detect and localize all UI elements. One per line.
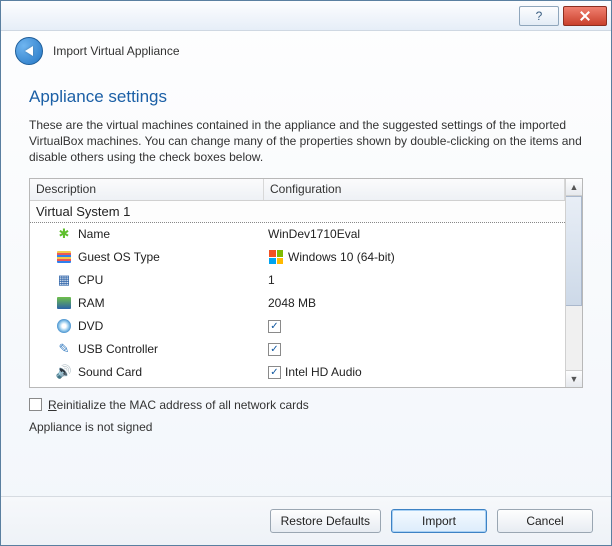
table-header: Description Configuration bbox=[30, 179, 565, 201]
settings-table: Description Configuration Virtual System… bbox=[29, 178, 583, 388]
row-label: CPU bbox=[78, 273, 103, 287]
ram-icon bbox=[56, 295, 72, 311]
row-value: Windows 10 (64-bit) bbox=[288, 250, 395, 264]
signed-status: Appliance is not signed bbox=[29, 420, 583, 434]
options-area: Reinitialize the MAC address of all netw… bbox=[29, 398, 583, 434]
table-row[interactable]: DVD bbox=[30, 315, 565, 338]
group-row[interactable]: Virtual System 1 bbox=[30, 201, 565, 223]
scroll-up-button[interactable]: ▲ bbox=[566, 179, 582, 196]
row-value: 2048 MB bbox=[268, 296, 316, 310]
page-description: These are the virtual machines contained… bbox=[29, 117, 583, 166]
row-label: Sound Card bbox=[78, 365, 142, 379]
scroll-track[interactable] bbox=[566, 306, 582, 370]
table-row[interactable]: ✎ USB Controller bbox=[30, 338, 565, 361]
reinit-mac-label[interactable]: Reinitialize the MAC address of all netw… bbox=[48, 398, 309, 412]
close-icon bbox=[579, 10, 591, 22]
titlebar: ? bbox=[1, 1, 611, 31]
table-body: Description Configuration Virtual System… bbox=[30, 179, 565, 387]
restore-defaults-button[interactable]: Restore Defaults bbox=[270, 509, 381, 533]
row-value: Intel HD Audio bbox=[285, 365, 362, 379]
scrollbar[interactable]: ▲ ▼ bbox=[565, 179, 582, 387]
cpu-icon: ▦ bbox=[56, 272, 72, 288]
row-value: 1 bbox=[268, 273, 275, 287]
scroll-down-button[interactable]: ▼ bbox=[566, 370, 582, 387]
content-area: Appliance settings These are the virtual… bbox=[1, 75, 611, 496]
row-label: Name bbox=[78, 227, 110, 241]
table-row[interactable]: RAM 2048 MB bbox=[30, 292, 565, 315]
reinit-mac-checkbox[interactable] bbox=[29, 398, 42, 411]
window-title: Import Virtual Appliance bbox=[53, 44, 180, 58]
dialog-footer: Restore Defaults Import Cancel bbox=[1, 496, 611, 545]
scroll-thumb[interactable] bbox=[566, 196, 582, 306]
close-button[interactable] bbox=[563, 6, 607, 26]
back-arrow-icon bbox=[25, 46, 33, 56]
dvd-checkbox[interactable] bbox=[268, 320, 281, 333]
dialog-window: ? Import Virtual Appliance Appliance set… bbox=[0, 0, 612, 546]
sound-checkbox[interactable] bbox=[268, 366, 281, 379]
column-header-configuration[interactable]: Configuration bbox=[264, 179, 565, 200]
table-row[interactable]: Guest OS Type Windows 10 (64-bit) bbox=[30, 246, 565, 269]
help-button[interactable]: ? bbox=[519, 6, 559, 26]
sound-icon: 🔊 bbox=[56, 364, 72, 380]
table-row[interactable]: ✱ Name WinDev1710Eval bbox=[30, 223, 565, 246]
row-label: DVD bbox=[78, 319, 103, 333]
guest-os-icon bbox=[56, 249, 72, 265]
import-button[interactable]: Import bbox=[391, 509, 487, 533]
row-label: USB Controller bbox=[78, 342, 158, 356]
windows-icon bbox=[268, 249, 284, 265]
dvd-icon bbox=[56, 318, 72, 334]
row-value: WinDev1710Eval bbox=[268, 227, 360, 241]
wizard-header: Import Virtual Appliance bbox=[1, 31, 611, 75]
row-label: RAM bbox=[78, 296, 105, 310]
column-header-description[interactable]: Description bbox=[30, 179, 264, 200]
name-icon: ✱ bbox=[56, 226, 72, 242]
back-button[interactable] bbox=[15, 37, 43, 65]
usb-checkbox[interactable] bbox=[268, 343, 281, 356]
table-row[interactable]: 🔊 Sound Card Intel HD Audio bbox=[30, 361, 565, 384]
row-label: Guest OS Type bbox=[78, 250, 160, 264]
usb-icon: ✎ bbox=[56, 341, 72, 357]
table-row[interactable]: ▦ CPU 1 bbox=[30, 269, 565, 292]
page-heading: Appliance settings bbox=[29, 87, 583, 107]
reinit-mac-row: Reinitialize the MAC address of all netw… bbox=[29, 398, 583, 412]
cancel-button[interactable]: Cancel bbox=[497, 509, 593, 533]
